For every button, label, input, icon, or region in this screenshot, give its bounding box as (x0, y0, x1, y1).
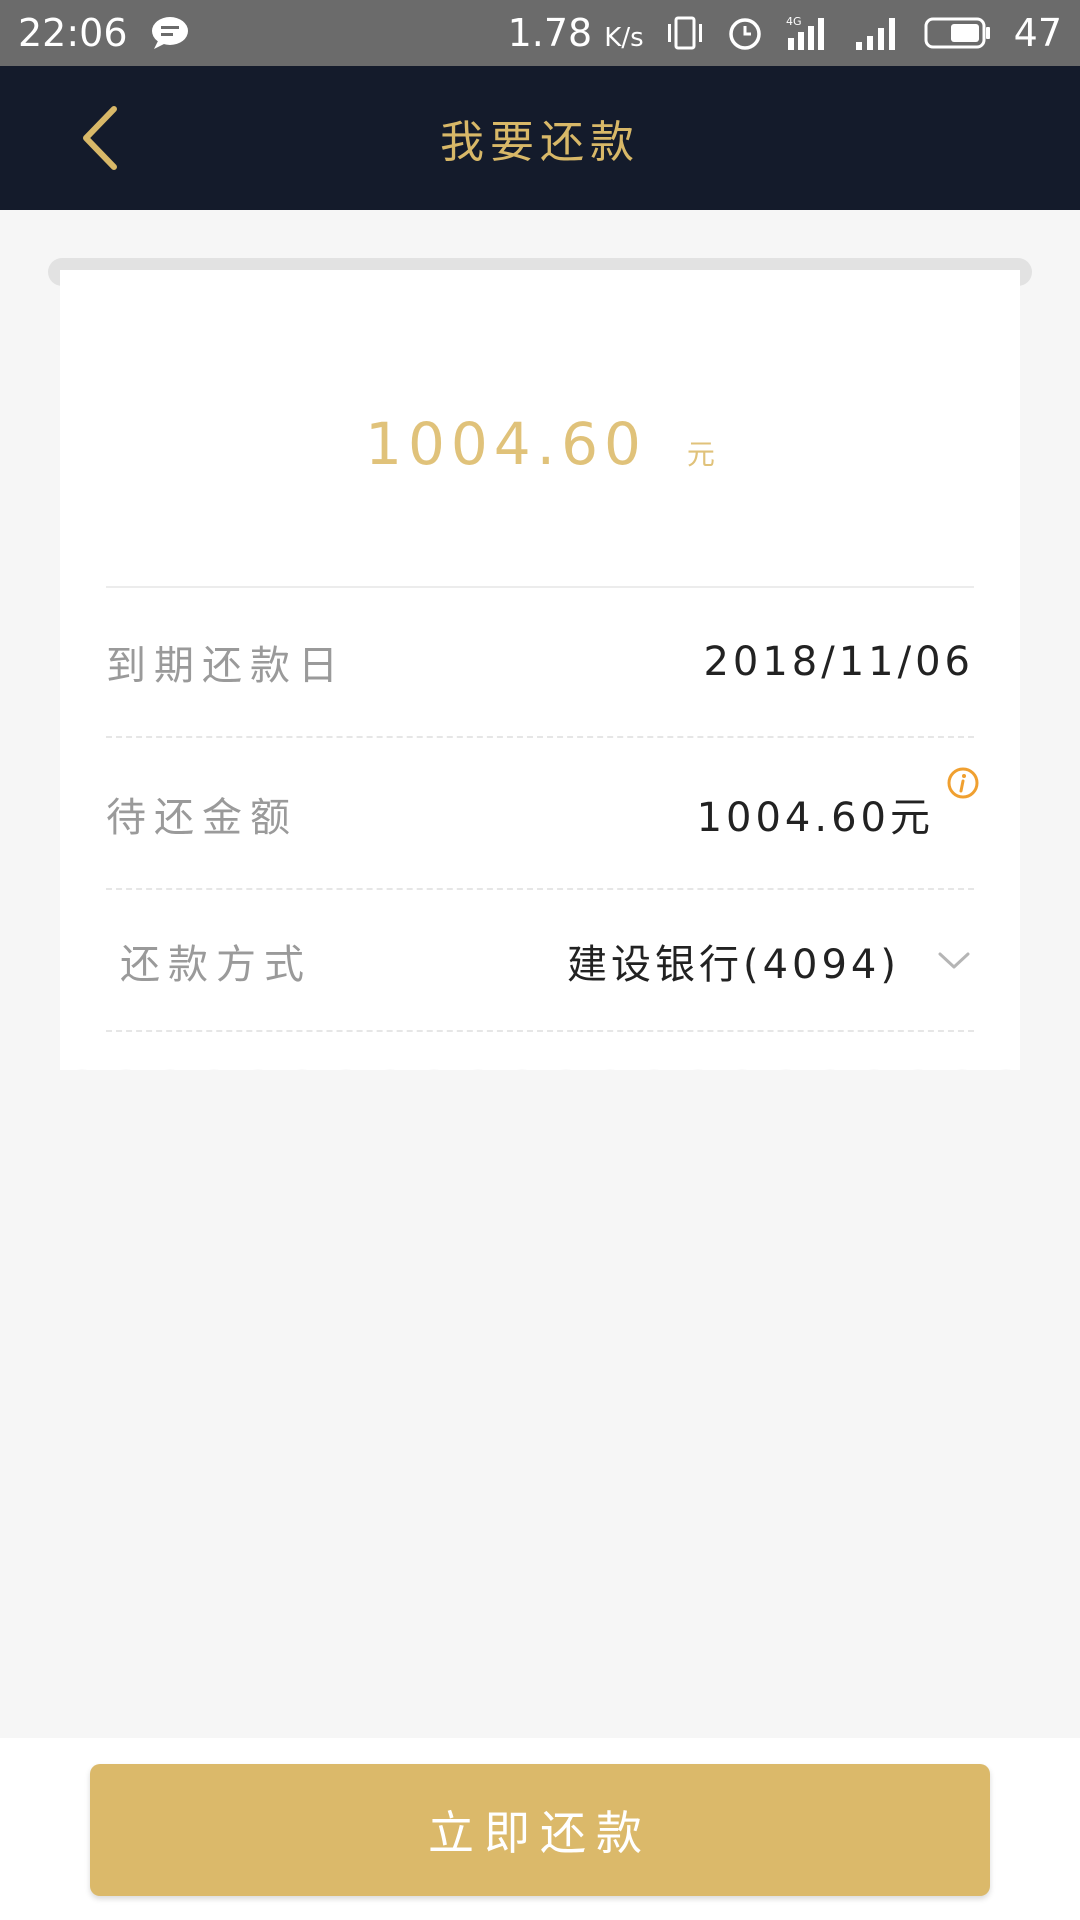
amount-value: 1004.60 (365, 410, 647, 478)
net-speed: 1.78 K/s (508, 11, 644, 55)
repay-now-button[interactable]: 立即还款 (90, 1764, 990, 1896)
alarm-icon (726, 14, 764, 52)
signal-icon (854, 14, 902, 52)
due-date-label: 到期还款日 (106, 643, 346, 689)
repayment-card: 1004.60 元 到期还款日 2018/11/06 待还金额 1004.60元… (60, 270, 1020, 1070)
app-header: 我要还款 (0, 66, 1080, 210)
info-icon[interactable] (946, 766, 980, 800)
message-icon (150, 15, 190, 51)
screen: 22:06 1.78 K/s 4G 47 我要还款 1004.60 元 到期还款… (0, 0, 1080, 1920)
battery-level: 47 (1013, 11, 1062, 55)
payment-method-row[interactable]: 还款方式 建设银行(4094) (106, 892, 974, 1032)
amount-unit: 元 (686, 438, 715, 471)
net-speed-value: 1.78 (507, 11, 593, 55)
back-button[interactable] (60, 98, 140, 178)
status-bar: 22:06 1.78 K/s 4G 47 (0, 0, 1080, 66)
status-right: 1.78 K/s 4G 47 (508, 11, 1062, 55)
page-title: 我要还款 (440, 117, 640, 168)
chevron-left-icon (83, 106, 117, 170)
battery-icon (924, 15, 992, 51)
payment-method-text: 建设银行(4094) (566, 942, 900, 988)
bottom-bar: 立即还款 (0, 1738, 1080, 1920)
status-left: 22:06 (18, 11, 190, 55)
amount-display: 1004.60 元 (60, 410, 1020, 510)
due-date-row: 到期还款日 2018/11/06 (106, 588, 974, 738)
payment-method-value: 建设银行(4094) (567, 932, 974, 990)
net-speed-unit: K/s (604, 23, 644, 53)
pending-amount-value: 1004.60元 (696, 795, 934, 841)
network-label: 4G (786, 15, 802, 28)
payment-method-label: 还款方式 (120, 942, 312, 988)
pending-amount-row: 待还金额 1004.60元 (106, 740, 979, 890)
chevron-down-icon[interactable] (934, 941, 974, 981)
vibrate-icon (666, 15, 704, 51)
signal-4g-icon: 4G (786, 14, 832, 52)
pending-amount-label: 待还金额 (106, 795, 298, 841)
card-scalloped-edge (60, 1068, 1020, 1092)
status-time: 22:06 (18, 11, 128, 55)
due-date-value: 2018/11/06 (703, 639, 974, 685)
